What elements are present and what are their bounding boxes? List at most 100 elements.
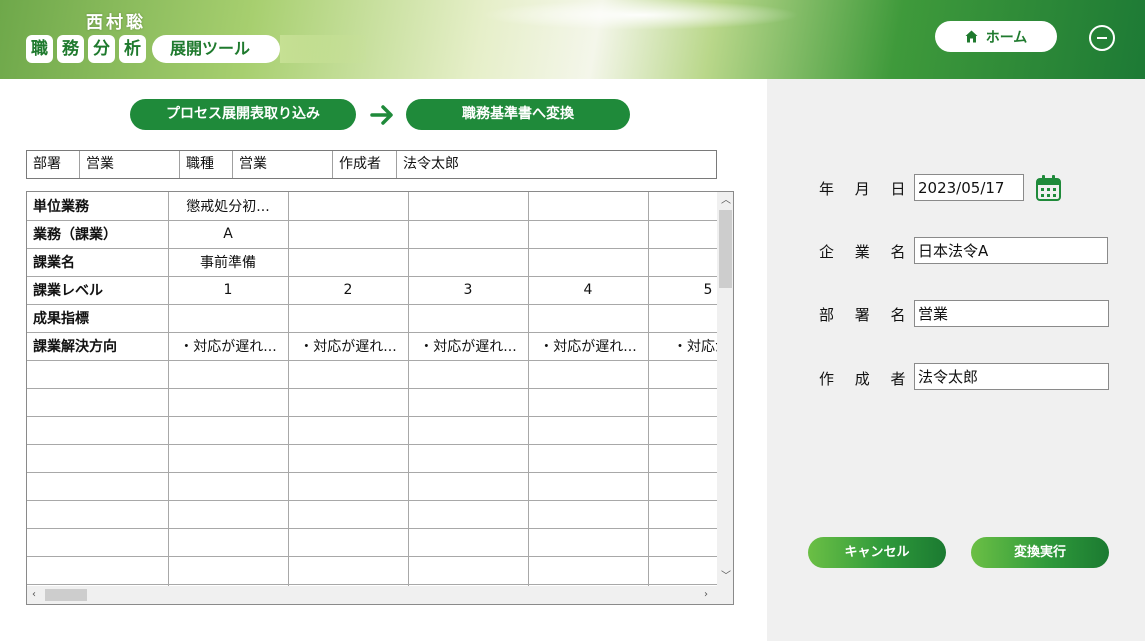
grid-cell[interactable]	[647, 192, 717, 221]
author-field[interactable]	[914, 363, 1109, 390]
grid-cell[interactable]	[287, 443, 409, 473]
grid-cell[interactable]: 懲戒処分初...	[167, 192, 289, 221]
grid-cell[interactable]	[647, 527, 717, 557]
scroll-down-icon[interactable]: ﹀	[721, 571, 731, 583]
grid-cell[interactable]	[407, 443, 529, 473]
grid-cell[interactable]	[167, 555, 289, 585]
row-header-cell[interactable]: 単位業務	[27, 192, 169, 221]
home-button[interactable]: ホーム	[935, 21, 1057, 52]
row-header-cell[interactable]	[27, 471, 169, 501]
grid-cell[interactable]: 4	[527, 275, 649, 305]
horizontal-scroll-thumb[interactable]	[45, 589, 87, 601]
grid-cell[interactable]: ・対応が遅れ...	[407, 331, 529, 361]
grid-cell[interactable]: ・対応が遅	[647, 331, 717, 361]
data-grid[interactable]: 単位業務 懲戒処分初... 業務（課業） A 課業名 事前準備 課業レベル 1 2 3 4 5 成果指標…	[26, 191, 734, 605]
grid-cell[interactable]	[647, 247, 717, 277]
grid-cell[interactable]	[287, 471, 409, 501]
grid-cell[interactable]	[407, 387, 529, 417]
grid-cell[interactable]: ・対応が遅れ...	[527, 331, 649, 361]
grid-cell[interactable]	[407, 555, 529, 585]
row-header-cell[interactable]: 成果指標	[27, 303, 169, 333]
grid-cell[interactable]	[287, 219, 409, 249]
grid-cell[interactable]: A	[167, 219, 289, 249]
vertical-scroll-thumb[interactable]	[719, 210, 732, 288]
grid-cell[interactable]	[167, 527, 289, 557]
grid-cell[interactable]	[167, 359, 289, 389]
convert-button[interactable]: 職務基準書へ変換	[406, 99, 630, 130]
row-header-cell[interactable]	[27, 443, 169, 473]
grid-cell[interactable]	[407, 303, 529, 333]
scroll-right-icon[interactable]: ›	[704, 589, 708, 601]
grid-cell[interactable]	[407, 415, 529, 445]
grid-cell[interactable]	[527, 443, 649, 473]
grid-cell[interactable]	[647, 499, 717, 529]
scroll-left-icon[interactable]: ‹	[32, 589, 36, 601]
grid-cell[interactable]	[167, 499, 289, 529]
grid-cell[interactable]	[287, 192, 409, 221]
grid-cell[interactable]	[647, 415, 717, 445]
grid-cell[interactable]	[407, 499, 529, 529]
grid-cell[interactable]	[527, 471, 649, 501]
row-header-cell[interactable]	[27, 555, 169, 585]
grid-cell[interactable]	[527, 527, 649, 557]
minimize-button[interactable]	[1089, 25, 1115, 51]
grid-cell[interactable]	[407, 471, 529, 501]
grid-cell[interactable]	[527, 555, 649, 585]
dept-name-field[interactable]	[914, 300, 1109, 327]
grid-cell[interactable]: ・対応が遅れ...	[167, 331, 289, 361]
grid-cell[interactable]	[407, 247, 529, 277]
grid-cell[interactable]	[167, 443, 289, 473]
vertical-scrollbar[interactable]: ︿ ﹀	[717, 192, 733, 586]
row-header-cell[interactable]: 課業レベル	[27, 275, 169, 305]
grid-cell[interactable]	[527, 415, 649, 445]
row-header-cell[interactable]	[27, 415, 169, 445]
grid-cell[interactable]	[287, 303, 409, 333]
grid-cell[interactable]	[407, 359, 529, 389]
grid-cell[interactable]	[527, 387, 649, 417]
grid-cell[interactable]: 5	[647, 275, 717, 305]
date-field[interactable]	[914, 174, 1024, 201]
grid-cell[interactable]	[647, 555, 717, 585]
grid-cell[interactable]	[647, 303, 717, 333]
grid-cell[interactable]	[287, 387, 409, 417]
grid-cell[interactable]: 3	[407, 275, 529, 305]
grid-cell[interactable]	[407, 219, 529, 249]
cancel-button[interactable]: キャンセル	[808, 537, 946, 568]
grid-cell[interactable]	[527, 499, 649, 529]
grid-cell[interactable]	[287, 247, 409, 277]
grid-cell[interactable]	[647, 219, 717, 249]
grid-cell[interactable]	[167, 387, 289, 417]
grid-cell[interactable]	[527, 247, 649, 277]
row-header-cell[interactable]	[27, 387, 169, 417]
row-header-cell[interactable]: 課業名	[27, 247, 169, 277]
grid-cell[interactable]	[287, 415, 409, 445]
grid-cell[interactable]	[527, 192, 649, 221]
grid-cell[interactable]	[167, 471, 289, 501]
row-header-cell[interactable]	[27, 499, 169, 529]
grid-cell[interactable]	[647, 387, 717, 417]
import-process-button[interactable]: プロセス展開表取り込み	[130, 99, 356, 130]
grid-cell[interactable]	[287, 359, 409, 389]
company-field[interactable]	[914, 237, 1108, 264]
grid-cell[interactable]	[287, 527, 409, 557]
grid-cell[interactable]	[647, 443, 717, 473]
grid-cell[interactable]	[167, 303, 289, 333]
row-header-cell[interactable]	[27, 359, 169, 389]
scroll-up-icon[interactable]: ︿	[721, 195, 731, 207]
grid-cell[interactable]: 2	[287, 275, 409, 305]
grid-cell[interactable]	[407, 527, 529, 557]
grid-cell[interactable]: ・対応が遅れ...	[287, 331, 409, 361]
grid-cell[interactable]	[647, 471, 717, 501]
row-header-cell[interactable]: 業務（課業）	[27, 219, 169, 249]
execute-button[interactable]: 変換実行	[971, 537, 1109, 568]
grid-cell[interactable]	[527, 219, 649, 249]
grid-cell[interactable]: 事前準備	[167, 247, 289, 277]
row-header-cell[interactable]	[27, 527, 169, 557]
row-header-cell[interactable]: 課業解決方向	[27, 331, 169, 361]
grid-cell[interactable]	[287, 555, 409, 585]
grid-cell[interactable]	[287, 499, 409, 529]
horizontal-scrollbar[interactable]: ‹ ›	[27, 586, 717, 604]
calendar-icon[interactable]	[1035, 174, 1062, 202]
grid-cell[interactable]	[527, 359, 649, 389]
grid-cell[interactable]	[407, 192, 529, 221]
